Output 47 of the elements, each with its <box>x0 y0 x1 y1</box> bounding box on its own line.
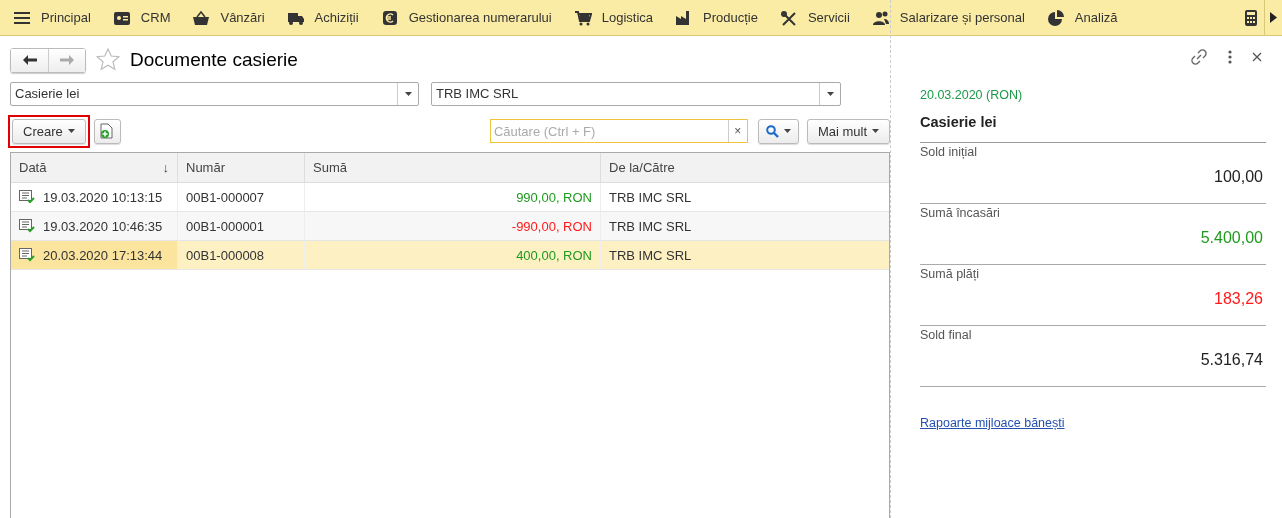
table-cell: 00B1-000007 <box>178 183 305 211</box>
table-cell: 19.03.2020 10:13:15 <box>11 183 178 211</box>
table-row[interactable]: 19.03.2020 10:46:35 00B1-000001 -990,00, RON TRB IMC SRL <box>11 212 889 241</box>
menu-item[interactable]: CRM <box>112 9 171 26</box>
menu-item[interactable]: Achiziții <box>286 9 359 26</box>
summary-date: 20.03.2020 (RON) <box>920 88 1024 102</box>
menu-item[interactable]: Salarizare și personal <box>871 9 1025 26</box>
table-cell: 19.03.2020 10:46:35 <box>11 212 178 240</box>
summary-label: Sold final <box>920 328 973 342</box>
column-header[interactable]: Dată ↓ <box>11 153 178 182</box>
clear-button[interactable]: × <box>727 120 747 142</box>
window-title: Documente casierie <box>130 49 298 71</box>
column-header[interactable]: Număr <box>178 153 305 182</box>
dropdown-field[interactable]: Casierie lei <box>10 82 419 106</box>
menu-item[interactable]: Servicii <box>779 9 850 26</box>
summary-label: Sumă încasări <box>920 206 1001 220</box>
table-row[interactable]: 19.03.2020 10:13:15 00B1-000007 990,00, RON TRB IMC SRL <box>11 183 889 212</box>
column-header[interactable]: De la/Către <box>601 153 889 182</box>
table-cell-text: TRB IMC SRL <box>608 188 693 207</box>
create-button[interactable]: Creare <box>12 118 86 144</box>
summary-value: 5.400,00 <box>1199 229 1264 247</box>
menu-item[interactable]: Vânzări <box>192 9 265 26</box>
table-cell: 20.03.2020 17:13:44 <box>11 241 178 269</box>
menu-item[interactable]: Gestionarea numerarului <box>380 9 552 26</box>
column-header[interactable]: Sumă <box>305 153 601 182</box>
summary-label: Sold inițial <box>920 145 978 159</box>
summary-value: 5.316,74 <box>1199 351 1264 369</box>
menu-item[interactable]: Principal <box>13 9 91 26</box>
table-cell: 00B1-000001 <box>178 212 305 240</box>
search-field[interactable]: Căutare (Ctrl + F) × <box>489 119 748 143</box>
menu-item[interactable]: Analiză <box>1046 9 1118 26</box>
table-cell: 990,00, RON <box>305 183 601 211</box>
summary-title: Casierie lei <box>920 114 1266 143</box>
summary-label: Sumă plăți <box>920 267 981 281</box>
dropdown-field[interactable]: TRB IMC SRL <box>431 82 841 106</box>
summary-value: 183,26 <box>1213 290 1264 308</box>
reports-link[interactable]: Rapoarte mijloace bănești <box>920 416 1065 430</box>
table-cell-text: TRB IMC SRL <box>608 246 693 265</box>
table-cell-text: TRB IMC SRL <box>608 217 693 236</box>
table-cell: 00B1-000008 <box>178 241 305 269</box>
menu-item[interactable]: Producție <box>675 9 758 26</box>
menu-item[interactable]: Logistica <box>573 9 653 26</box>
table-row[interactable]: 20.03.2020 17:13:44 00B1-000008 400,00, RON TRB IMC SRL <box>11 241 889 270</box>
table-cell: 400,00, RON <box>305 241 601 269</box>
summary-value: 100,00 <box>1213 168 1264 186</box>
table-cell: -990,00, RON <box>305 212 601 240</box>
more-button[interactable]: Mai mult <box>806 118 890 144</box>
